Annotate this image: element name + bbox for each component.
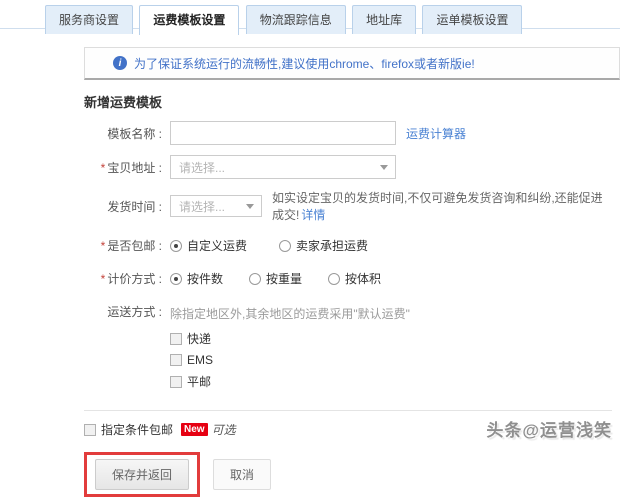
shipping-method-options: 除指定地区外,其余地区的运费采用"默认运费" 快递 EMS 平邮 bbox=[170, 303, 410, 396]
save-and-return-button[interactable]: 保存并返回 bbox=[95, 459, 189, 490]
required-asterisk: * bbox=[101, 272, 106, 286]
radio-by-weight[interactable]: 按重量 bbox=[249, 270, 302, 287]
ship-time-select[interactable]: 请选择... bbox=[170, 195, 262, 217]
radio-icon bbox=[170, 240, 182, 252]
template-name-row: 模板名称 : 运费计算器 bbox=[84, 121, 612, 145]
item-address-select[interactable]: 请选择... bbox=[170, 155, 396, 179]
radio-icon bbox=[279, 240, 291, 252]
required-asterisk: * bbox=[101, 239, 106, 253]
tab-logistics-tracking-info[interactable]: 物流跟踪信息 bbox=[246, 5, 346, 34]
checkbox-surface-mail[interactable]: 平邮 bbox=[170, 373, 410, 390]
radio-by-quantity[interactable]: 按件数 bbox=[170, 270, 223, 287]
tab-shipping-template-settings[interactable]: 运费模板设置 bbox=[139, 5, 239, 35]
banner-text: 为了保证系统运行的流畅性,建议使用chrome、firefox或者新版ie! bbox=[134, 55, 475, 72]
cancel-button[interactable]: 取消 bbox=[213, 459, 271, 490]
radio-icon bbox=[328, 273, 340, 285]
template-name-input[interactable] bbox=[170, 121, 396, 145]
checkbox-icon bbox=[84, 424, 96, 436]
ship-time-hint: 如实设定宝贝的发货时间,不仅可避免发货咨询和纠纷,还能促进成交!详情 bbox=[272, 189, 612, 223]
checkbox-ems[interactable]: EMS bbox=[170, 353, 410, 367]
radio-icon bbox=[249, 273, 261, 285]
checkbox-icon bbox=[170, 376, 182, 388]
watermark-text: 头条@运营浅笑 bbox=[486, 416, 612, 441]
free-shipping-row: *是否包邮 : 自定义运费 卖家承担运费 bbox=[84, 237, 612, 254]
radio-by-volume[interactable]: 按体积 bbox=[328, 270, 381, 287]
shipping-method-row: 运送方式 : 除指定地区外,其余地区的运费采用"默认运费" 快递 EMS 平邮 bbox=[84, 303, 612, 396]
required-asterisk: * bbox=[101, 161, 106, 175]
item-address-row: *宝贝地址 : 请选择... bbox=[84, 155, 612, 179]
pricing-method-label: *计价方式 : bbox=[84, 270, 162, 287]
free-shipping-label: *是否包邮 : bbox=[84, 237, 162, 254]
ship-time-row: 发货时间 : 请选择... 如实设定宝贝的发货时间,不仅可避免发货咨询和纠纷,还… bbox=[84, 189, 612, 223]
tab-bar: 服务商设置 运费模板设置 物流跟踪信息 地址库 运单模板设置 bbox=[0, 0, 620, 29]
tab-waybill-template-settings[interactable]: 运单模板设置 bbox=[422, 5, 522, 34]
red-highlight-annotation: 保存并返回 bbox=[84, 452, 200, 497]
chevron-down-icon bbox=[380, 165, 388, 170]
item-address-placeholder: 请选择... bbox=[179, 159, 225, 176]
divider bbox=[84, 410, 612, 411]
shipping-method-label: 运送方式 : bbox=[84, 303, 162, 320]
form-actions: 保存并返回 取消 bbox=[84, 452, 612, 497]
radio-custom-shipping-fee[interactable]: 自定义运费 bbox=[170, 237, 247, 254]
template-name-label: 模板名称 : bbox=[84, 125, 162, 142]
new-badge: New bbox=[181, 423, 208, 436]
checkbox-icon bbox=[170, 333, 182, 345]
info-icon: i bbox=[113, 56, 127, 70]
tab-address-book[interactable]: 地址库 bbox=[352, 5, 416, 34]
details-link[interactable]: 详情 bbox=[301, 208, 325, 222]
ship-time-placeholder: 请选择... bbox=[179, 198, 225, 215]
form-title: 新增运费模板 bbox=[84, 92, 612, 111]
checkbox-express[interactable]: 快递 bbox=[170, 330, 410, 347]
optional-text: 可选 bbox=[212, 421, 236, 438]
shipping-method-hint: 除指定地区外,其余地区的运费采用"默认运费" bbox=[170, 303, 410, 322]
item-address-label: *宝贝地址 : bbox=[84, 159, 162, 176]
checkbox-icon bbox=[170, 354, 182, 366]
radio-icon bbox=[170, 273, 182, 285]
shipping-calculator-link[interactable]: 运费计算器 bbox=[406, 125, 466, 142]
pricing-method-row: *计价方式 : 按件数 按重量 按体积 bbox=[84, 270, 612, 287]
ship-time-label: 发货时间 : bbox=[84, 198, 162, 215]
browser-notice-banner: i 为了保证系统运行的流畅性,建议使用chrome、firefox或者新版ie! bbox=[84, 47, 620, 80]
chevron-down-icon bbox=[246, 204, 254, 209]
tab-service-provider-settings[interactable]: 服务商设置 bbox=[45, 5, 133, 34]
radio-seller-pays-shipping[interactable]: 卖家承担运费 bbox=[279, 237, 368, 254]
